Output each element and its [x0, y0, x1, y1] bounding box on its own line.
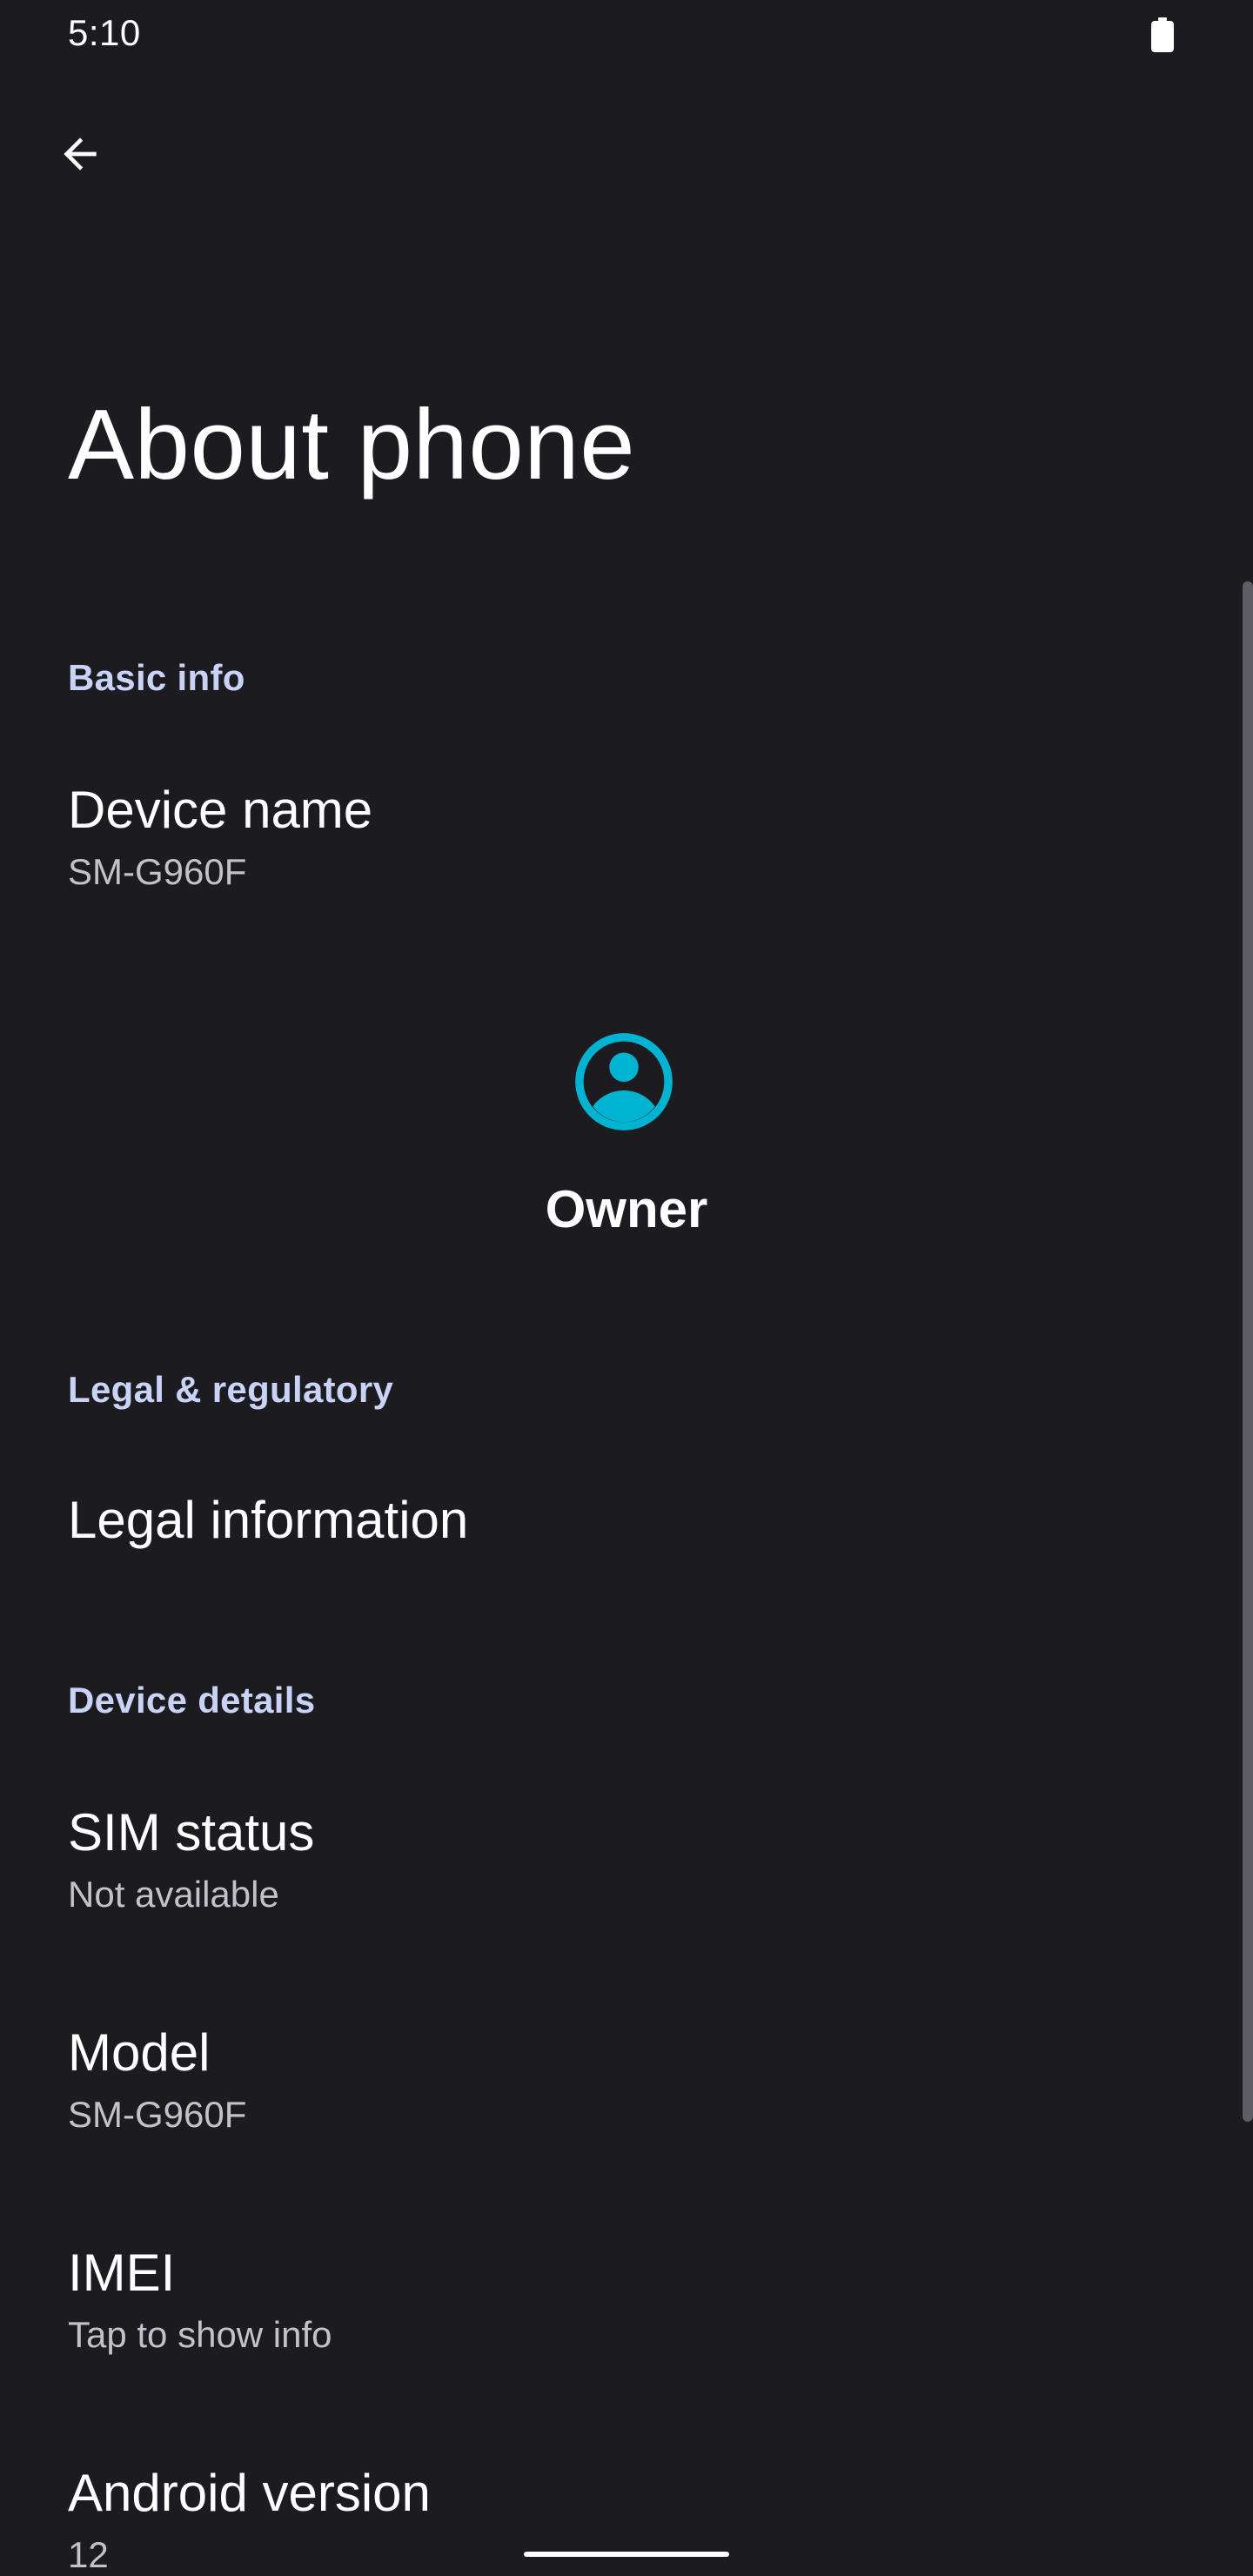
- legal-information-item[interactable]: Legal information: [0, 1471, 1236, 1601]
- battery-full-icon: [1151, 17, 1174, 52]
- section-header-legal: Legal & regulatory: [68, 1369, 394, 1410]
- sim-status-title: SIM status: [68, 1803, 315, 1862]
- imei-item[interactable]: IMEI Tap to show info: [0, 2220, 1236, 2412]
- section-header-basic-info: Basic info: [68, 657, 245, 698]
- status-bar: 5:10: [0, 0, 1253, 70]
- status-time: 5:10: [68, 12, 141, 53]
- model-summary: SM-G960F: [68, 2094, 247, 2135]
- back-button[interactable]: [44, 117, 117, 191]
- account-circle-icon: [575, 1033, 673, 1130]
- device-name-item[interactable]: Device name SM-G960F: [0, 757, 1236, 931]
- owner-profile[interactable]: Owner: [0, 1001, 1253, 1262]
- imei-title: IMEI: [68, 2244, 176, 2302]
- imei-summary: Tap to show info: [68, 2314, 332, 2355]
- android-version-summary: 12: [68, 2534, 109, 2575]
- android-version-title: Android version: [68, 2464, 431, 2522]
- scrollbar[interactable]: [1243, 581, 1253, 2122]
- section-header-device-details: Device details: [68, 1680, 316, 1721]
- sim-status-summary: Not available: [68, 1874, 279, 1915]
- page-title: About phone: [68, 390, 636, 500]
- device-name-title: Device name: [68, 781, 373, 839]
- device-name-summary: SM-G960F: [68, 851, 247, 892]
- model-item[interactable]: Model SM-G960F: [0, 2000, 1236, 2191]
- navigation-handle[interactable]: [524, 2552, 729, 2557]
- model-title: Model: [68, 2023, 211, 2082]
- sim-status-item[interactable]: SIM status Not available: [0, 1780, 1236, 1971]
- arrow-back-icon: [64, 138, 97, 171]
- legal-information-title: Legal information: [68, 1491, 469, 1549]
- owner-name: Owner: [545, 1180, 708, 1238]
